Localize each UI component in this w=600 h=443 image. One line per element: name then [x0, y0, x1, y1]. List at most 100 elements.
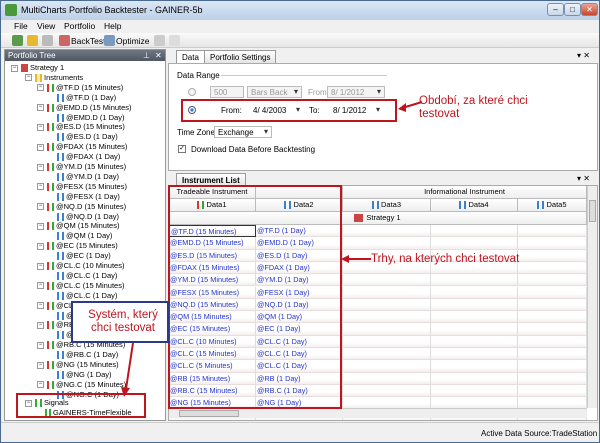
menu-view[interactable]: View: [37, 21, 55, 31]
collapse-icon[interactable]: −: [37, 143, 44, 151]
tree-instrument[interactable]: − @TF.D (15 Minutes): [37, 83, 123, 93]
tree-instrument-daily[interactable]: @FDAX (1 Day): [57, 152, 120, 162]
empty-cell[interactable]: [343, 335, 431, 348]
empty-cell[interactable]: [518, 372, 587, 385]
collapse-icon[interactable]: −: [37, 262, 44, 270]
minimize-button[interactable]: –: [547, 3, 564, 16]
collapse-icon[interactable]: −: [37, 341, 44, 349]
list-pane-menu-icon[interactable]: ▾ ✕: [577, 174, 590, 183]
download-checkbox[interactable]: ✓: [178, 145, 186, 153]
empty-cell[interactable]: [431, 348, 518, 361]
empty-cell[interactable]: [431, 323, 518, 336]
collapse-icon[interactable]: −: [37, 203, 44, 211]
empty-cell[interactable]: [518, 249, 587, 262]
collapse-icon[interactable]: −: [11, 64, 18, 72]
collapse-icon[interactable]: −: [37, 123, 44, 131]
tree-instrument-daily[interactable]: @NG (1 Day): [57, 370, 112, 380]
empty-cell[interactable]: [343, 225, 431, 238]
tree-instrument-daily[interactable]: @CL.C (1 Day): [57, 271, 117, 281]
empty-cell[interactable]: [518, 311, 587, 324]
optimize-button[interactable]: Optimize: [116, 36, 150, 46]
menu-help[interactable]: Help: [104, 21, 121, 31]
bars-unit-select[interactable]: Bars Back: [247, 86, 302, 98]
column-header-data4[interactable]: Data4: [431, 199, 518, 212]
pane-menu-icon[interactable]: ▾ ✕: [577, 51, 590, 60]
timezone-select[interactable]: Exchange: [214, 126, 272, 138]
empty-cell[interactable]: [343, 237, 431, 250]
column-header-data3[interactable]: Data3: [343, 199, 431, 212]
tab-portfolio-settings[interactable]: Portfolio Settings: [204, 50, 277, 63]
empty-cell[interactable]: [343, 384, 431, 398]
tree-instrument[interactable]: − @EMD.D (15 Minutes): [37, 103, 132, 113]
tree-instrument-daily[interactable]: @QM (1 Day): [57, 231, 112, 241]
settings-icon[interactable]: [169, 35, 180, 46]
tree-strategy[interactable]: − Strategy 1: [11, 63, 64, 73]
collapse-icon[interactable]: −: [37, 282, 44, 290]
new-icon[interactable]: [12, 35, 23, 46]
empty-cell[interactable]: [518, 335, 587, 348]
optimize-icon[interactable]: [104, 35, 115, 46]
tree-instrument-daily[interactable]: @NQ.D (1 Day): [57, 212, 119, 222]
collapse-icon[interactable]: −: [37, 302, 44, 310]
empty-cell[interactable]: [431, 286, 518, 299]
pin-icon[interactable]: ⊥: [143, 50, 150, 61]
empty-cell[interactable]: [518, 298, 587, 312]
empty-cell[interactable]: [518, 261, 587, 275]
open-folder-icon[interactable]: [27, 35, 38, 46]
backtest-button[interactable]: BackTest: [71, 36, 106, 46]
empty-cell[interactable]: [431, 298, 518, 312]
tree-instrument-daily[interactable]: @EC (1 Day): [57, 251, 111, 261]
empty-cell[interactable]: [343, 298, 431, 312]
empty-cell[interactable]: [343, 274, 431, 287]
collapse-icon[interactable]: −: [37, 84, 44, 92]
close-button[interactable]: ✕: [581, 3, 598, 16]
tree-instrument[interactable]: − @NG.C (15 Minutes): [37, 380, 126, 390]
menu-file[interactable]: File: [14, 21, 28, 31]
bars-back-input[interactable]: 500: [210, 86, 244, 98]
empty-cell[interactable]: [431, 237, 518, 250]
tree-instrument[interactable]: − @QM (15 Minutes): [37, 221, 119, 231]
empty-cell[interactable]: [518, 323, 587, 336]
tree-instrument-daily[interactable]: @CL.C (1 Day): [57, 291, 117, 301]
maximize-button[interactable]: □: [564, 3, 581, 16]
empty-cell[interactable]: [431, 372, 518, 385]
empty-cell[interactable]: [518, 360, 587, 373]
tree-instrument-daily[interactable]: @ES.D (1 Day): [57, 132, 118, 142]
save-icon[interactable]: [42, 35, 53, 46]
collapse-icon[interactable]: −: [37, 163, 44, 171]
tree-instrument[interactable]: − @NG (15 Minutes): [37, 360, 119, 370]
report-icon[interactable]: [154, 35, 165, 46]
horizontal-scrollbar[interactable]: [169, 408, 587, 418]
collapse-icon[interactable]: −: [37, 242, 44, 250]
tree-instrument-daily[interactable]: @FESX (1 Day): [57, 192, 120, 202]
tree-instrument-daily[interactable]: @TF.D (1 Day): [57, 93, 116, 103]
tree-instrument[interactable]: − @CL.C (10 Minutes): [37, 261, 124, 271]
empty-cell[interactable]: [343, 372, 431, 385]
menu-portfolio[interactable]: Portfolio: [64, 21, 95, 31]
tree-instrument[interactable]: − @CL.C (15 Minutes): [37, 281, 124, 291]
empty-cell[interactable]: [431, 274, 518, 287]
collapse-icon[interactable]: −: [37, 381, 44, 389]
empty-cell[interactable]: [518, 237, 587, 250]
tree-instrument[interactable]: − @FESX (15 Minutes): [37, 182, 127, 192]
tree-instrument[interactable]: − @FDAX (15 Minutes): [37, 142, 127, 152]
backtest-icon[interactable]: [59, 35, 70, 46]
tree-instrument-daily[interactable]: @EMD.D (1 Day): [57, 113, 124, 123]
collapse-icon[interactable]: −: [37, 321, 44, 329]
empty-cell[interactable]: [431, 311, 518, 324]
collapse-icon[interactable]: −: [25, 74, 32, 82]
empty-cell[interactable]: [431, 335, 518, 348]
empty-cell[interactable]: [518, 274, 587, 287]
vertical-scrollbar[interactable]: [587, 186, 597, 408]
empty-cell[interactable]: [343, 323, 431, 336]
empty-cell[interactable]: [343, 311, 431, 324]
scroll-thumb[interactable]: [589, 200, 596, 222]
column-header-data5[interactable]: Data5: [518, 199, 587, 212]
tree-instrument-daily[interactable]: @YM.D (1 Day): [57, 172, 119, 182]
tab-data[interactable]: Data: [176, 50, 205, 63]
empty-cell[interactable]: [343, 286, 431, 299]
empty-cell[interactable]: [431, 225, 518, 238]
collapse-icon[interactable]: −: [37, 104, 44, 112]
tree-instrument-daily[interactable]: @RB.C (1 Day): [57, 350, 118, 360]
empty-cell[interactable]: [431, 384, 518, 398]
